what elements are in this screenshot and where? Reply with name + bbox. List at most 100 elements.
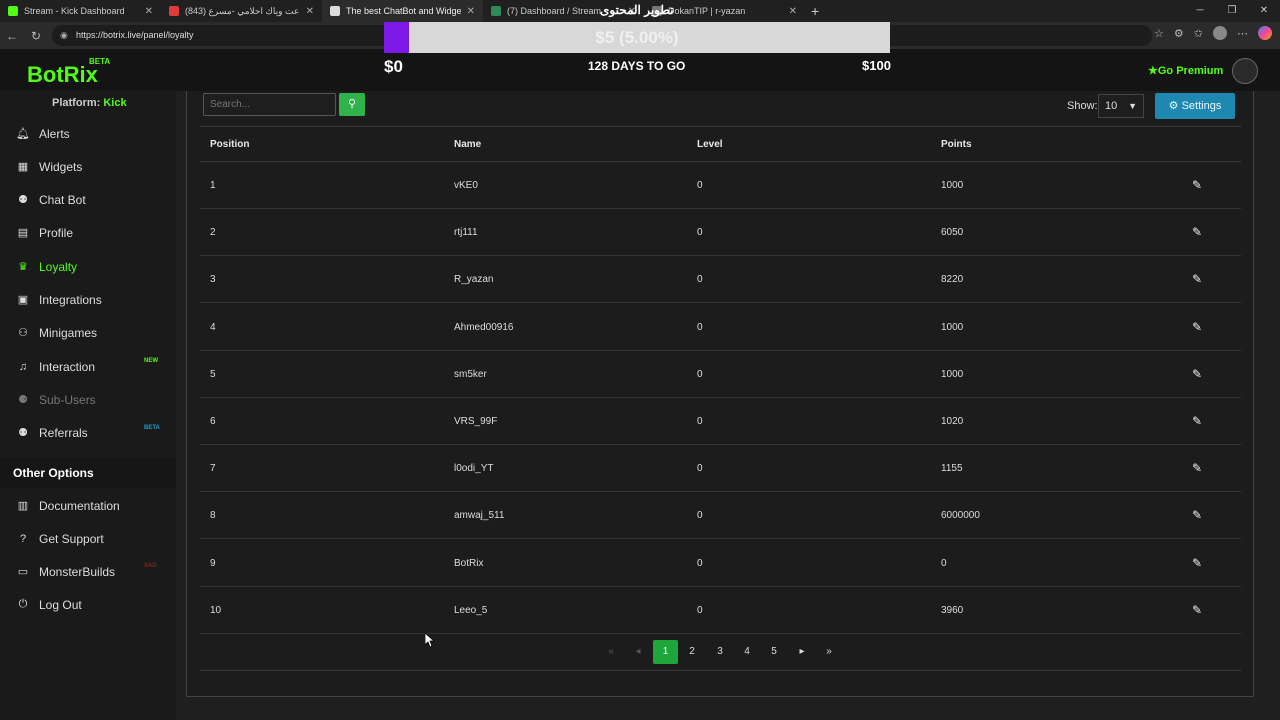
edit-icon[interactable]: ✎ [1192,256,1202,303]
edit-icon[interactable]: ✎ [1192,398,1202,445]
minimize-icon[interactable]: ─ [1184,0,1216,22]
sidebar-item-interaction[interactable]: ♫ Interaction [0,350,176,383]
more-icon[interactable]: ⋯ [1237,27,1248,40]
column-header-level[interactable]: Level [697,139,723,150]
show-label: Show: [1067,100,1098,112]
sidebar-item-widgets[interactable]: ▦ Widgets [0,150,176,183]
tab-close-icon[interactable]: ✕ [306,6,314,17]
edit-icon[interactable]: ✎ [1192,351,1202,398]
favorites-icon[interactable]: ✩ [1194,27,1203,40]
browser-tab[interactable]: Stream - Kick Dashboard ✕ [0,0,161,22]
laptop-icon: ▭ [17,566,29,578]
first-page-icon[interactable]: « [602,640,620,664]
sidebar-item-alerts[interactable]: 🔔︎ Alerts [0,117,176,150]
sidebar-item-sub-users[interactable]: ⚈ Sub-Users [0,383,176,416]
edit-icon[interactable]: ✎ [1192,492,1202,539]
level-cell: 0 [697,557,703,569]
sidebar-item-label: Log Out [39,597,82,612]
platform-value: Kick [103,97,127,109]
name-cell: amwaj_511 [454,510,505,522]
page-button-2[interactable]: 2 [683,640,701,664]
page-button-1[interactable]: 1 [653,640,678,664]
sidebar-item-loyalty[interactable]: ♛ Loyalty [0,250,176,283]
sidebar-item-profile[interactable]: ▤ Profile [0,216,176,249]
other-options-heading: Other Options [0,458,176,488]
sad-badge: SAD [144,563,157,569]
tab-title: DokanTIP | r-yazan [668,6,746,16]
page-button-3[interactable]: 3 [711,640,729,664]
new-tab-icon[interactable]: + [811,3,819,19]
search-icon: ⚲ [347,98,357,110]
tab-close-icon[interactable]: ✕ [467,6,475,17]
sidebar-item-monsterbuilds[interactable]: ▭ MonsterBuilds [0,555,176,588]
tab-close-icon[interactable]: ✕ [789,6,797,17]
sidebar-item-referrals[interactable]: ⚉ Referrals [0,416,176,449]
tab-close-icon[interactable]: ✕ [145,6,153,17]
sidebar-item-documentation[interactable]: ▥ Documentation [0,489,176,522]
reload-icon[interactable]: ↻ [24,29,48,43]
user-avatar[interactable] [1232,58,1258,84]
next-page-icon[interactable]: ▸ [793,640,811,664]
browser-tab[interactable]: شاعت وياك احلامي -مسرع (843) ✕ [161,0,322,22]
copilot-icon[interactable] [1258,26,1272,40]
last-page-icon[interactable]: » [820,640,838,664]
prev-page-icon[interactable]: ◂ [629,640,647,664]
search-input[interactable] [203,93,336,116]
row-divider [200,632,1241,634]
column-header-name[interactable]: Name [454,139,481,150]
maximize-icon[interactable]: ❐ [1216,0,1248,22]
goal-end-label: $100 [862,58,891,73]
name-cell: R_yazan [454,274,494,286]
edit-icon[interactable]: ✎ [1192,162,1202,209]
column-header-position[interactable]: Position [210,139,249,150]
browser-tools: ☆ ⚙ ✩ ⋯ [1154,26,1272,40]
points-cell: 3960 [941,604,964,616]
tab-favicon-icon [8,6,18,16]
edit-icon[interactable]: ✎ [1192,209,1202,256]
show-count-select[interactable]: 10 ▼ [1098,94,1144,118]
page-button-4[interactable]: 4 [738,640,756,664]
favorite-star-icon[interactable]: ☆ [1154,27,1164,40]
points-cell: 0 [941,557,947,569]
page-button-5[interactable]: 5 [765,640,783,664]
star-icon: ★ [1148,65,1158,77]
column-header-points[interactable]: Points [941,139,972,150]
divider [200,670,1241,671]
logout-icon: ⏻ [18,598,28,610]
referrals-icon: ⚉ [18,427,28,439]
close-window-icon[interactable]: ✕ [1248,0,1280,22]
sidebar-item-label: Integrations [39,292,102,307]
logo[interactable]: BotRix [27,62,98,88]
search-button[interactable]: ⚲ [339,93,365,116]
mouse-cursor-icon [425,633,435,648]
table-row: 3 R_yazan 0 8220 ✎ [200,256,1241,304]
gamepad-icon: ⚇ [18,327,28,339]
table-row: 6 VRS_99F 0 1020 ✎ [200,398,1241,445]
users-icon: ⚈ [18,394,28,406]
tab-favicon-icon [330,6,340,16]
edit-icon[interactable]: ✎ [1192,587,1202,634]
sidebar-item-log-out[interactable]: ⏻ Log Out [0,588,176,621]
sidebar-item-label: Interaction [39,359,96,374]
go-premium-button[interactable]: ★Go Premium [1148,64,1223,77]
position-cell: 7 [210,463,216,475]
sidebar-item-get-support[interactable]: ? Get Support [0,522,176,555]
edit-icon[interactable]: ✎ [1192,445,1202,492]
edit-icon[interactable]: ✎ [1192,304,1202,351]
sidebar-item-integrations[interactable]: ▣ Integrations [0,283,176,316]
position-cell: 3 [210,274,216,286]
site-info-icon[interactable]: ◉ [60,25,68,46]
edit-icon[interactable]: ✎ [1192,540,1202,587]
extensions-icon[interactable]: ⚙ [1174,27,1184,40]
window-controls: ─ ❐ ✕ [1184,0,1280,22]
sidebar-item-chat-bot[interactable]: ⚉ Chat Bot [0,183,176,216]
profile-avatar-icon[interactable] [1213,26,1227,40]
browser-tab-active[interactable]: The best ChatBot and Widgets fo ✕ [322,0,483,22]
table-row: 5 sm5ker 0 1000 ✎ [200,351,1241,398]
id-card-icon: ▤ [17,227,29,239]
sidebar-item-minigames[interactable]: ⚇ Minigames [0,316,176,349]
platform-label: Platform: [52,97,101,109]
back-icon[interactable]: ← [0,29,24,43]
name-cell: sm5ker [454,368,487,380]
settings-button[interactable]: ⚙ Settings [1155,93,1235,119]
